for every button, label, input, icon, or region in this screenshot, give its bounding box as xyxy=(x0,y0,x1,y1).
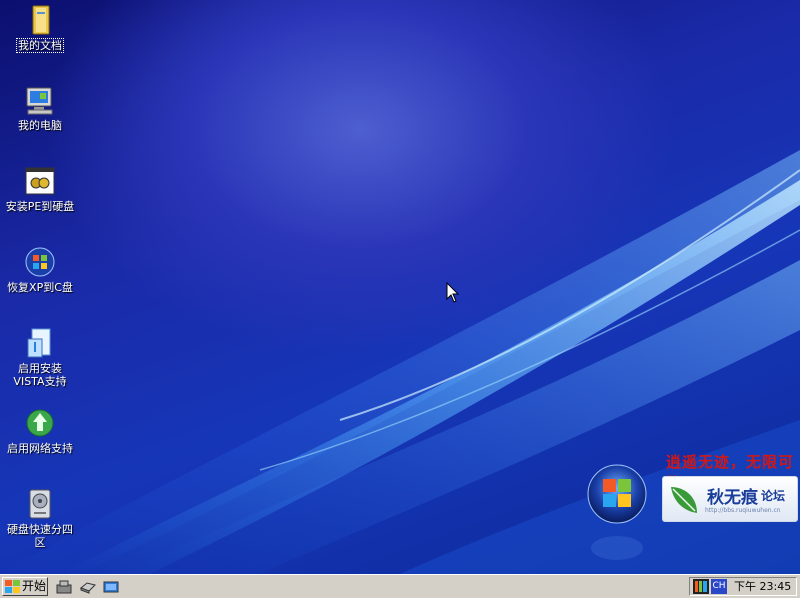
folder-icon xyxy=(24,4,56,36)
monitor-icon xyxy=(103,581,119,593)
icon-label: 我的电脑 xyxy=(18,119,62,132)
windows-orb-icon xyxy=(587,464,647,524)
forum-logo-badge: 秋无痕 论坛 http://bbs.ruqiuwuhen.cn xyxy=(662,476,798,522)
language-indicator[interactable]: CH xyxy=(711,579,727,594)
desktop-icon-my-computer[interactable]: 我的电脑 xyxy=(1,84,79,132)
desktop-icon-restore-xp[interactable]: 恢复XP到C盘 xyxy=(1,246,79,294)
mouse-pointer-icon xyxy=(446,282,460,303)
icon-label: 安装PE到硬盘 xyxy=(5,200,75,213)
display-settings-icon[interactable] xyxy=(693,579,709,594)
desktop-icon-enable-network[interactable]: 启用网络支持 xyxy=(1,407,79,455)
start-label: 开始 xyxy=(22,579,47,593)
system-tray: CH 下午 23:45 xyxy=(689,577,797,596)
quicklaunch-drive[interactable] xyxy=(79,578,97,596)
forum-logo-name: 秋无痕 xyxy=(707,488,758,508)
icon-label: 我的文档 xyxy=(16,38,64,53)
forum-logo-url: http://bbs.ruqiuwuhen.cn xyxy=(705,507,781,514)
icon-label: 启用安装 VISTA支持 xyxy=(13,362,67,388)
installer-window-icon xyxy=(24,165,56,197)
windows-logo-icon xyxy=(24,246,56,278)
quicklaunch-pe-tools[interactable] xyxy=(55,578,73,596)
computer-icon xyxy=(24,84,56,116)
desktop-icon-my-documents[interactable]: 我的文档 xyxy=(1,4,79,53)
icon-label: 恢复XP到C盘 xyxy=(7,281,73,294)
start-button[interactable]: 开始 xyxy=(2,577,48,596)
drive-icon xyxy=(80,582,96,594)
desktop[interactable]: 我的文档 我的电脑 安装PE到硬盘 恢复XP到C盘 启用安装 VISTA支持 启… xyxy=(0,0,800,574)
forum-logo-suffix: 论坛 xyxy=(761,489,786,503)
leaf-logo-icon xyxy=(671,487,697,513)
quicklaunch-show-desktop[interactable] xyxy=(102,578,120,596)
toolbox-icon xyxy=(56,580,72,594)
taskbar-clock[interactable]: 下午 23:45 xyxy=(734,578,791,595)
windows-flag-icon xyxy=(5,580,20,593)
desktop-icon-quick-partition[interactable]: 硬盘快速分四 区 xyxy=(1,488,79,549)
desktop-icon-enable-vista[interactable]: 启用安装 VISTA支持 xyxy=(1,327,79,388)
hard-disk-icon xyxy=(24,488,56,520)
taskbar: 开始 CH 下午 23:45 xyxy=(0,574,800,598)
setup-package-icon xyxy=(24,327,56,359)
icon-label: 启用网络支持 xyxy=(7,442,73,455)
network-globe-icon xyxy=(24,407,56,439)
desktop-icon-install-pe[interactable]: 安装PE到硬盘 xyxy=(1,165,79,213)
icon-label: 硬盘快速分四 区 xyxy=(7,523,73,549)
